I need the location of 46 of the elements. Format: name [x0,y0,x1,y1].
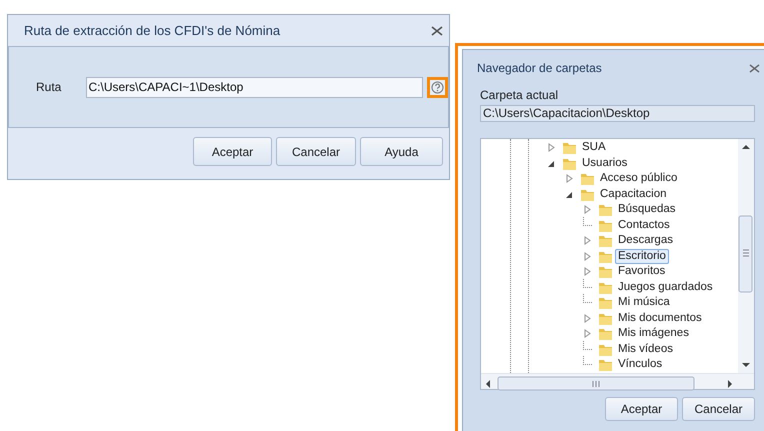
expand-icon[interactable] [547,143,556,152]
tree-item[interactable]: Capacitacion [597,186,670,202]
tree-item[interactable]: Contactos [615,218,673,233]
tree-item[interactable]: Favoritos [615,264,668,280]
help-icon [431,80,444,94]
tree-item[interactable]: Mis imágenes [615,326,692,342]
dialog-button[interactable]: Cancelar [682,397,755,421]
close-icon[interactable] [749,64,760,72]
tree-item[interactable]: Juegos guardados [615,280,716,295]
folder-icon [580,171,595,186]
help-button[interactable] [427,76,448,98]
folder-icon [598,326,613,342]
dialog-button[interactable]: Cancelar [276,137,356,166]
folder-icon [562,140,577,156]
collapse-icon[interactable] [547,158,556,168]
close-icon[interactable] [431,26,443,36]
field-label: Ruta [36,79,62,96]
tree-item[interactable]: Mis documentos [615,310,705,326]
dialog-button[interactable]: Ayuda [360,137,443,166]
tree-item[interactable]: Acceso público [597,171,680,186]
folder-icon [598,264,613,280]
expand-icon[interactable] [565,174,574,184]
tree-item[interactable]: Mi música [615,295,673,310]
folder-icon [598,357,613,372]
tree-item[interactable]: Descargas [615,233,676,248]
tree-item[interactable]: Usuarios [579,156,630,171]
folder-icon [598,295,613,310]
window-title: Navegador de carpetas [477,60,602,77]
horizontal-scrollbar[interactable] [481,373,754,389]
folder-tree[interactable]: SUA Usuarios Acceso público Capacitacion Búsquedas Contactos Descargas Escritorio Favoritos Juegos guardados Mi música Mis documentos Mis imágenes Mis vídeos Vínculos [480,138,755,390]
dialog-button[interactable]: Aceptar [193,137,272,166]
field-label: Carpeta actual [480,87,558,104]
window-title: Ruta de extracción de los CFDI's de Nómina [24,22,280,40]
collapse-icon[interactable] [565,190,574,199]
tree-item[interactable]: Búsquedas [615,202,679,218]
folder-icon [598,202,613,218]
tree-item[interactable]: SUA [579,140,609,156]
path-field[interactable]: C:\Users\CAPACI~1\Desktop [86,76,424,98]
dialog-button[interactable]: Aceptar [605,397,678,421]
tree-item[interactable]: Escritorio [615,248,669,264]
tree-item[interactable]: Vínculos [615,357,666,372]
expand-icon[interactable] [583,205,592,214]
folder-icon [598,233,613,248]
tree-item[interactable]: Mis vídeos [615,342,676,357]
current-folder-field: C:\Users\Capacitacion\Desktop [480,105,755,122]
vertical-scrollbar[interactable] [738,139,754,373]
